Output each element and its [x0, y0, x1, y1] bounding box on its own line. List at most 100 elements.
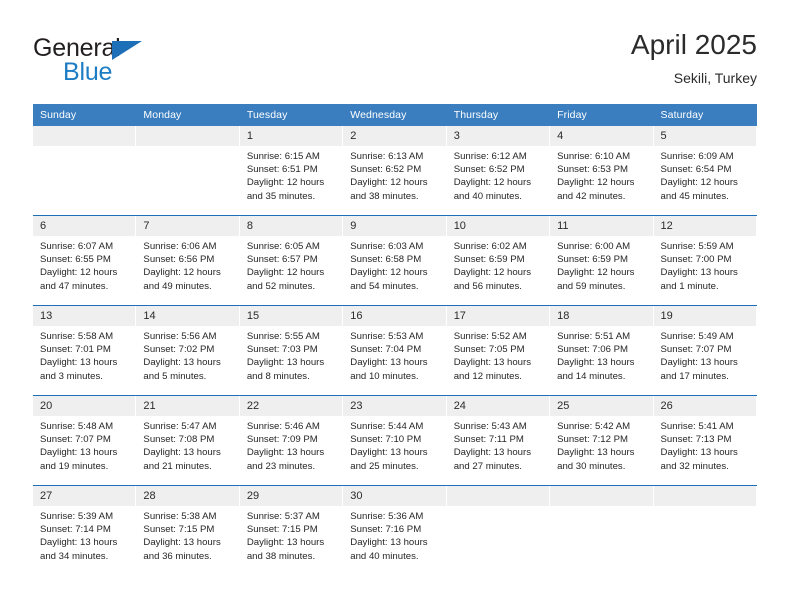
calendar-day-cell[interactable]: 9 Sunrise: 6:03 AM Sunset: 6:58 PM Daylight… — [343, 215, 447, 306]
day-number: 10 — [446, 216, 551, 236]
daylight-text: Daylight: 13 hours and 40 minutes. — [350, 537, 428, 562]
day-number: 14 — [136, 306, 240, 326]
sunset-text: Sunset: 6:58 PM — [350, 254, 422, 266]
day-number: 18 — [550, 306, 654, 326]
page-title: April 2025 — [630, 29, 757, 60]
day-details: Sunrise: 6:13 AM Sunset: 6:52 PM Daylight:… — [343, 146, 446, 203]
weekday-header-sunday: Sunday — [33, 104, 137, 126]
sunrise-text: Sunrise: 5:51 AM — [557, 331, 631, 342]
calendar-day-cell[interactable]: 3 Sunrise: 6:12 AM Sunset: 6:52 PM Daylight… — [446, 126, 551, 216]
calendar-page: General Blue April 2025 Sekili, Turkey S… — [0, 0, 792, 612]
daylight-text: Daylight: 12 hours and 49 minutes. — [143, 267, 221, 292]
calendar-day-cell[interactable]: 21 Sunrise: 5:47 AM Sunset: 7:08 PM Dayligh… — [136, 395, 240, 486]
calendar-day-cell[interactable]: 13 Sunrise: 5:58 AM Sunset: 7:01 PM Dayligh… — [33, 305, 137, 396]
calendar-day-cell[interactable]: 12 Sunrise: 5:59 AM Sunset: 7:00 PM Dayligh… — [653, 215, 757, 306]
day-details: Sunrise: 5:46 AM Sunset: 7:09 PM Daylight:… — [240, 416, 343, 473]
sunset-text: Sunset: 6:57 PM — [246, 254, 318, 266]
sunrise-text: Sunrise: 6:03 AM — [350, 241, 424, 252]
sunrise-text: Sunrise: 5:38 AM — [143, 511, 217, 522]
calendar-day-cell[interactable]: 19 Sunrise: 5:49 AM Sunset: 7:07 PM Dayligh… — [653, 305, 757, 396]
day-number — [653, 486, 757, 506]
sunset-text: Sunset: 6:52 PM — [350, 164, 422, 176]
calendar-day-cell[interactable]: 8 Sunrise: 6:05 AM Sunset: 6:57 PM Daylight… — [239, 215, 344, 306]
sunset-text: Sunset: 6:59 PM — [453, 254, 525, 266]
daylight-text: Daylight: 12 hours and 59 minutes. — [557, 267, 635, 292]
day-details: Sunrise: 5:56 AM Sunset: 7:02 PM Daylight:… — [136, 326, 239, 383]
calendar-day-cell[interactable]: 30 Sunrise: 5:36 AM Sunset: 7:16 PM Dayligh… — [343, 486, 447, 576]
calendar-day-cell[interactable]: 10 Sunrise: 6:02 AM Sunset: 6:59 PM Dayligh… — [446, 215, 551, 306]
calendar-day-cell[interactable]: 29 Sunrise: 5:37 AM Sunset: 7:15 PM Dayligh… — [239, 486, 344, 576]
day-details: Sunrise: 5:43 AM Sunset: 7:11 PM Daylight:… — [447, 416, 550, 473]
calendar-day-cell[interactable]: 15 Sunrise: 5:55 AM Sunset: 7:03 PM Dayligh… — [239, 305, 344, 396]
day-number: 6 — [33, 216, 137, 236]
calendar-day-cell[interactable]: 6 Sunrise: 6:07 AM Sunset: 6:55 PM Daylight… — [33, 215, 137, 306]
calendar-day-cell[interactable]: 23 Sunrise: 5:44 AM Sunset: 7:10 PM Dayligh… — [343, 395, 447, 486]
calendar-day-cell[interactable]: 7 Sunrise: 6:06 AM Sunset: 6:56 PM Daylight… — [136, 215, 240, 306]
day-number: 20 — [33, 396, 137, 416]
calendar-day-cell[interactable]: 14 Sunrise: 5:56 AM Sunset: 7:02 PM Dayligh… — [136, 305, 240, 396]
calendar-day-cell[interactable]: 16 Sunrise: 5:53 AM Sunset: 7:04 PM Dayligh… — [343, 305, 447, 396]
calendar-day-cell[interactable]: 28 Sunrise: 5:38 AM Sunset: 7:15 PM Dayligh… — [136, 486, 240, 576]
day-details: Sunrise: 5:39 AM Sunset: 7:14 PM Daylight:… — [33, 506, 136, 563]
day-details: Sunrise: 5:48 AM Sunset: 7:07 PM Daylight:… — [33, 416, 136, 473]
page-header: General Blue April 2025 Sekili, Turkey — [33, 28, 757, 98]
calendar-day-cell[interactable]: 22 Sunrise: 5:46 AM Sunset: 7:09 PM Dayligh… — [239, 395, 344, 486]
calendar-day-cell-empty — [550, 486, 654, 576]
calendar-day-cell[interactable]: 24 Sunrise: 5:43 AM Sunset: 7:11 PM Dayligh… — [446, 395, 551, 486]
sunrise-text: Sunrise: 6:06 AM — [143, 241, 217, 252]
calendar-day-cell[interactable]: 27 Sunrise: 5:39 AM Sunset: 7:14 PM Dayligh… — [33, 486, 137, 576]
daylight-text: Daylight: 13 hours and 32 minutes. — [660, 447, 738, 472]
daylight-text: Daylight: 13 hours and 1 minute. — [660, 267, 738, 292]
calendar-day-cell[interactable]: 18 Sunrise: 5:51 AM Sunset: 7:06 PM Dayligh… — [550, 305, 654, 396]
calendar-day-cell[interactable]: 26 Sunrise: 5:41 AM Sunset: 7:13 PM Dayligh… — [653, 395, 757, 486]
calendar-day-cell[interactable]: 25 Sunrise: 5:42 AM Sunset: 7:12 PM Dayligh… — [550, 395, 654, 486]
weekday-header-tuesday: Tuesday — [239, 104, 344, 126]
weekday-header-wednesday: Wednesday — [343, 104, 447, 126]
calendar-week-row: 20 Sunrise: 5:48 AM Sunset: 7:07 PM Dayligh… — [33, 395, 757, 486]
day-number: 19 — [653, 306, 757, 326]
daylight-text: Daylight: 13 hours and 5 minutes. — [143, 357, 221, 382]
calendar-day-cell[interactable]: 20 Sunrise: 5:48 AM Sunset: 7:07 PM Dayligh… — [33, 395, 137, 486]
sunrise-text: Sunrise: 6:00 AM — [557, 241, 631, 252]
calendar-day-cell[interactable]: 17 Sunrise: 5:52 AM Sunset: 7:05 PM Dayligh… — [446, 305, 551, 396]
daylight-text: Daylight: 13 hours and 3 minutes. — [40, 357, 118, 382]
calendar-day-cell[interactable]: 2 Sunrise: 6:13 AM Sunset: 6:52 PM Daylight… — [343, 126, 447, 216]
sunrise-text: Sunrise: 5:41 AM — [660, 421, 734, 432]
sunset-text: Sunset: 6:56 PM — [143, 254, 215, 266]
calendar-day-cell[interactable]: 11 Sunrise: 6:00 AM Sunset: 6:59 PM Dayligh… — [550, 215, 654, 306]
day-number: 23 — [343, 396, 447, 416]
calendar-day-cell-empty — [33, 126, 137, 216]
day-number — [33, 126, 137, 146]
calendar-day-cell[interactable]: 5 Sunrise: 6:09 AM Sunset: 6:54 PM Daylight… — [653, 126, 757, 216]
weekday-header-friday: Friday — [550, 104, 654, 126]
sunrise-text: Sunrise: 6:07 AM — [40, 241, 114, 252]
calendar-week-row: 27 Sunrise: 5:39 AM Sunset: 7:14 PM Dayligh… — [33, 486, 757, 576]
day-number: 16 — [343, 306, 447, 326]
calendar-day-cell[interactable]: 4 Sunrise: 6:10 AM Sunset: 6:53 PM Daylight… — [550, 126, 654, 216]
daylight-text: Daylight: 12 hours and 45 minutes. — [660, 177, 738, 202]
sunrise-text: Sunrise: 6:05 AM — [246, 241, 320, 252]
sunset-text: Sunset: 7:16 PM — [350, 524, 422, 536]
logo-text-blue: Blue — [63, 58, 113, 86]
sunrise-text: Sunrise: 5:47 AM — [143, 421, 217, 432]
day-number — [136, 126, 240, 146]
day-number: 29 — [239, 486, 344, 506]
daylight-text: Daylight: 12 hours and 38 minutes. — [350, 177, 428, 202]
day-number: 12 — [653, 216, 757, 236]
day-details: Sunrise: 5:49 AM Sunset: 7:07 PM Daylight:… — [654, 326, 757, 383]
calendar-day-cell[interactable]: 1 Sunrise: 6:15 AM Sunset: 6:51 PM Daylight… — [239, 126, 344, 216]
sunrise-text: Sunrise: 6:12 AM — [453, 151, 527, 162]
weekday-header-monday: Monday — [136, 104, 240, 126]
sunset-text: Sunset: 6:51 PM — [246, 164, 318, 176]
sunrise-text: Sunrise: 5:36 AM — [350, 511, 424, 522]
sunset-text: Sunset: 6:59 PM — [557, 254, 629, 266]
calendar-table: Sunday Monday Tuesday Wednesday Thursday… — [33, 104, 757, 575]
sunrise-text: Sunrise: 5:44 AM — [350, 421, 424, 432]
day-number: 21 — [136, 396, 240, 416]
calendar-body: 1 Sunrise: 6:15 AM Sunset: 6:51 PM Daylight… — [33, 126, 757, 575]
sunset-text: Sunset: 7:08 PM — [143, 434, 215, 446]
daylight-text: Daylight: 12 hours and 52 minutes. — [246, 267, 325, 292]
sunset-text: Sunset: 6:54 PM — [660, 164, 732, 176]
day-number: 8 — [239, 216, 344, 236]
sunset-text: Sunset: 7:07 PM — [660, 344, 732, 356]
